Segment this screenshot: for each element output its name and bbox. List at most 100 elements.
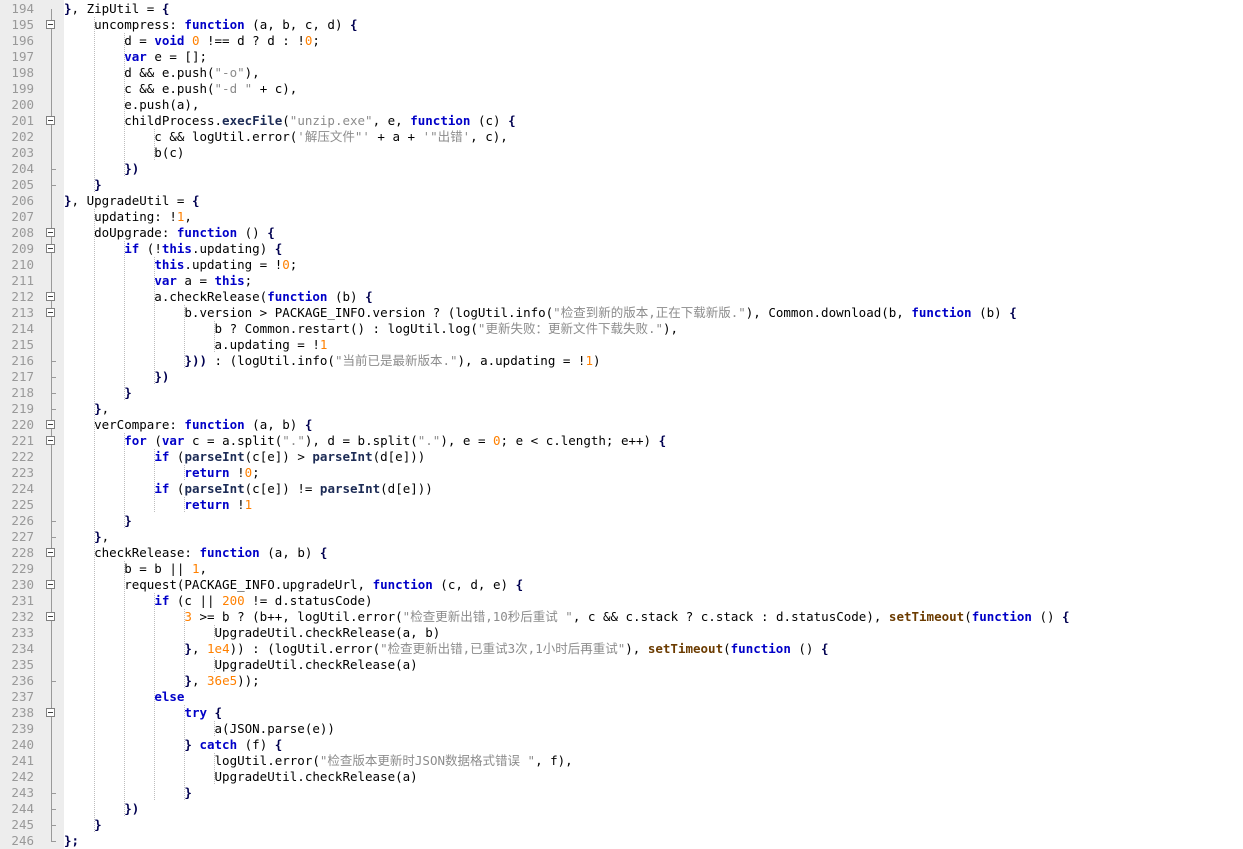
fold-region-end-marker[interactable] [51, 361, 56, 362]
fold-region-end-marker[interactable] [51, 521, 56, 522]
code-line[interactable]: if (parseInt(c[e]) > parseInt(d[e])) [64, 449, 425, 465]
code-line[interactable]: } [64, 785, 192, 801]
code-line[interactable]: b.version > PACKAGE_INFO.version ? (logU… [64, 305, 1016, 321]
code-line[interactable]: return !0; [64, 465, 259, 481]
code-line[interactable]: b = b || 1, [64, 561, 207, 577]
code-line[interactable]: } [64, 513, 132, 529]
fold-collapse-icon[interactable] [46, 228, 55, 237]
line-number: 234 [11, 641, 34, 656]
line-number: 201 [11, 113, 34, 128]
code-line[interactable]: } [64, 385, 132, 401]
code-line[interactable]: b(c) [64, 145, 184, 161]
code-line[interactable]: d = void 0 !== d ? d : !0; [64, 33, 320, 49]
code-line[interactable]: 3 >= b ? (b++, logUtil.error("检查更新出错,10秒… [64, 609, 1069, 625]
code-line[interactable]: a.checkRelease(function (b) { [64, 289, 372, 305]
code-line[interactable]: try { [64, 705, 222, 721]
code-line[interactable]: var a = this; [64, 273, 252, 289]
code-token-kw: if [154, 481, 170, 496]
code-token-plain: , ZipUtil = [71, 1, 162, 16]
code-token-plain: d [64, 65, 140, 80]
fold-collapse-icon[interactable] [46, 708, 55, 717]
code-line[interactable]: e.push(a), [64, 97, 199, 113]
code-line[interactable]: verCompare: function (a, b) { [64, 417, 312, 433]
code-line[interactable]: UpgradeUtil.checkRelease(a) [64, 769, 418, 785]
code-line[interactable]: }, ZipUtil = { [64, 1, 169, 17]
code-folding-strip[interactable] [42, 0, 64, 849]
fold-collapse-icon[interactable] [46, 548, 55, 557]
fold-collapse-icon[interactable] [46, 420, 55, 429]
code-line[interactable]: uncompress: function (a, b, c, d) { [64, 17, 357, 33]
code-line[interactable]: }, [64, 401, 109, 417]
fold-collapse-icon[interactable] [46, 308, 55, 317]
code-line[interactable]: request(PACKAGE_INFO.upgradeUrl, functio… [64, 577, 523, 593]
code-line[interactable]: }, UpgradeUtil = { [64, 193, 199, 209]
code-line[interactable]: d && e.push("-o"), [64, 65, 260, 81]
fold-collapse-icon[interactable] [46, 116, 55, 125]
code-line[interactable]: for (var c = a.split("."), d = b.split("… [64, 433, 666, 449]
code-token-plain: )); [237, 673, 260, 688]
fold-region-end-marker[interactable] [51, 377, 56, 378]
fold-region-end-marker[interactable] [51, 809, 56, 810]
fold-collapse-icon[interactable] [46, 20, 55, 29]
code-line[interactable]: logUtil.error("检查版本更新时JSON数据格式错误 ", f), [64, 753, 573, 769]
line-number: 220 [11, 417, 34, 432]
code-token-plain: ), [625, 641, 648, 656]
fold-collapse-icon[interactable] [46, 436, 55, 445]
line-number: 226 [11, 513, 34, 528]
code-line[interactable]: }, 1e4)) : (logUtil.error("检查更新出错,已重试3次,… [64, 641, 828, 657]
code-token-meth: execFile [222, 113, 283, 128]
fold-region-end-marker[interactable] [51, 681, 56, 682]
code-line[interactable]: }) [64, 801, 139, 817]
code-line[interactable]: else [64, 689, 184, 705]
code-line[interactable]: UpgradeUtil.checkRelease(a) [64, 657, 418, 673]
fold-region-end-marker[interactable] [51, 409, 56, 410]
code-line[interactable]: var e = []; [64, 49, 207, 65]
code-line[interactable]: checkRelease: function (a, b) { [64, 545, 327, 561]
fold-collapse-icon[interactable] [46, 612, 55, 621]
line-number: 227 [11, 529, 34, 544]
code-line[interactable]: c && logUtil.error('解压文件"' + a + '"出错', … [64, 129, 507, 145]
code-line[interactable]: }; [64, 833, 79, 849]
fold-region-end-marker[interactable] [51, 185, 56, 186]
code-editor[interactable]: 194 195 196 197 198 199 200 201 202 203 204 205 206 2… [0, 0, 1243, 849]
code-line[interactable]: childProcess.execFile("unzip.exe", e, fu… [64, 113, 515, 129]
code-token-plain: , e, [372, 113, 411, 128]
code-token-num: 0 [282, 257, 290, 272]
fold-collapse-icon[interactable] [46, 292, 55, 301]
fold-collapse-icon[interactable] [46, 580, 55, 589]
code-line[interactable]: if (parseInt(c[e]) != parseInt(d[e])) [64, 481, 433, 497]
code-line[interactable]: a.updating = !1 [64, 337, 328, 353]
fold-region-end-marker[interactable] [51, 841, 56, 842]
code-line[interactable]: return !1 [64, 497, 252, 513]
code-line[interactable]: updating: !1, [64, 209, 192, 225]
fold-region-end-marker[interactable] [51, 537, 56, 538]
code-line[interactable]: })) : (logUtil.info("当前已是最新版本."), a.upda… [64, 353, 600, 369]
code-line[interactable]: }) [64, 369, 169, 385]
fold-collapse-icon[interactable] [46, 244, 55, 253]
code-line[interactable]: if (!this.updating) { [64, 241, 282, 257]
fold-region-end-marker[interactable] [51, 393, 56, 394]
code-token-plain: e.push( [161, 81, 215, 96]
code-token-brace: } [94, 401, 102, 416]
code-line[interactable]: UpgradeUtil.checkRelease(a, b) [64, 625, 441, 641]
code-token-plain: ; [244, 273, 253, 288]
code-line[interactable]: } catch (f) { [64, 737, 282, 753]
code-line[interactable]: b ? Common.restart() : logUtil.log("更新失败… [64, 321, 679, 337]
code-line[interactable]: doUpgrade: function () { [64, 225, 275, 241]
fold-region-end-marker[interactable] [51, 169, 56, 170]
code-line[interactable]: this.updating = !0; [64, 257, 297, 273]
code-line[interactable]: a(JSON.parse(e)) [64, 721, 335, 737]
code-token-kw: if [154, 449, 170, 464]
code-line[interactable]: }, [64, 529, 109, 545]
code-token-plain: b = b || [64, 561, 192, 576]
code-line[interactable]: if (c || 200 != d.statusCode) [64, 593, 372, 609]
code-text-area[interactable]: }, ZipUtil = { uncompress: function (a, … [64, 0, 1243, 849]
code-line[interactable]: } [64, 177, 102, 193]
code-line[interactable]: }) [64, 161, 139, 177]
fold-region-end-marker[interactable] [51, 825, 56, 826]
code-line[interactable]: } [64, 817, 102, 833]
code-line[interactable]: c && e.push("-d " + c), [64, 81, 297, 97]
code-line[interactable]: }, 36e5)); [64, 673, 260, 689]
fold-region-end-marker[interactable] [51, 793, 56, 794]
